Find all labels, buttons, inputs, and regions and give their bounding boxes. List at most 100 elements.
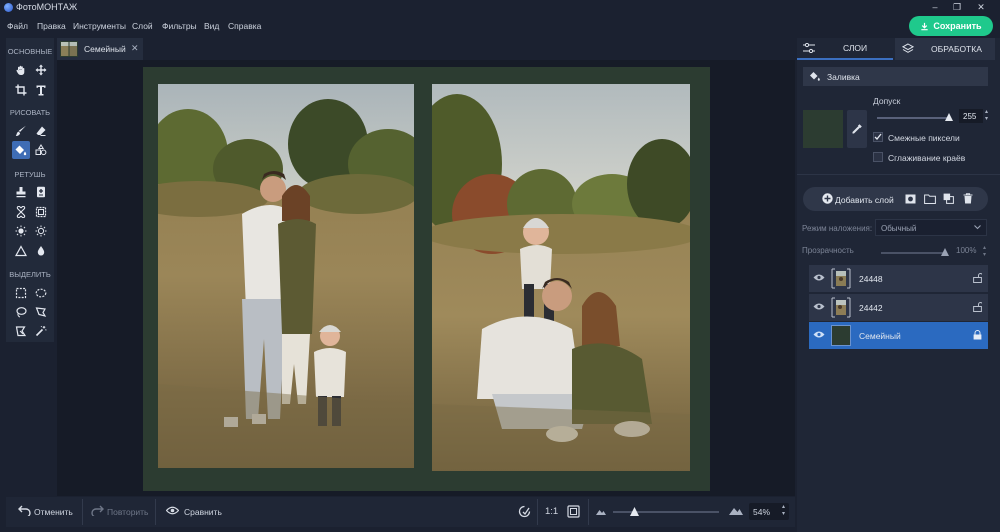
move-icon[interactable] [32,61,50,79]
menu-layer[interactable]: Слой [132,21,153,31]
magic-wand-icon[interactable] [32,322,50,340]
patch-icon[interactable] [32,183,50,201]
zoom-out-icon[interactable] [596,508,606,515]
tolerance-slider-handle[interactable] [945,113,953,121]
hand-icon[interactable] [12,61,30,79]
zoom-slider-handle[interactable] [629,507,639,516]
opacity-slider-handle[interactable] [941,248,949,256]
frame-icon[interactable] [32,203,50,221]
menu-view[interactable]: Вид [204,21,219,31]
lasso-icon[interactable] [12,303,30,321]
photo-left[interactable] [158,84,414,468]
trash-icon[interactable] [963,193,973,204]
ellipse-select-icon[interactable] [32,284,50,302]
fill-color-swatch[interactable] [803,110,843,148]
opacity-value: 100% [956,246,977,255]
rect-select-icon[interactable] [12,284,30,302]
hand-pan-icon[interactable] [518,505,531,518]
stamp-icon[interactable] [12,183,30,201]
zoom-stepper-icon[interactable]: ▴ ▾ [782,504,785,518]
eraser-icon[interactable] [32,122,50,140]
redo-icon[interactable] [91,505,104,516]
triangle-icon[interactable] [12,242,30,260]
layer-thumbnail [831,268,851,289]
folder-icon[interactable] [924,194,936,204]
photo-right[interactable] [432,84,690,471]
checkmark-icon [874,133,882,140]
tolerance-stepper-icon[interactable]: ▴ ▾ [985,109,988,123]
fill-icon[interactable] [12,141,30,159]
tab-processing[interactable]: ОБРАБОТКА [895,38,995,60]
brightness-icon[interactable] [32,222,50,240]
brush-icon[interactable] [12,122,30,140]
divider [537,499,538,525]
add-layer-button[interactable]: Добавить слой [835,195,894,205]
contiguous-checkbox[interactable] [873,132,883,142]
lock-icon[interactable] [973,330,982,340]
compare-button[interactable]: Сравнить [184,507,222,517]
redo-button[interactable]: Повторить [107,507,149,517]
collage-canvas[interactable] [143,67,710,491]
divider [155,499,156,525]
menu-file[interactable]: Файл [7,21,28,31]
layer-row[interactable]: 24442 [809,294,988,321]
layer-name: Семейный [859,331,901,341]
menu-edit[interactable]: Правка [37,21,66,31]
drop-icon[interactable] [32,242,50,260]
close-tab-icon[interactable]: ✕ [131,43,139,54]
ratio-1-1-button[interactable]: 1:1 [545,506,558,517]
tab-layers[interactable]: СЛОИ [797,38,893,60]
eyedropper-icon [852,124,862,134]
save-button[interactable]: Сохранить [909,16,993,36]
section-draw: РИСОВАТЬ [9,108,51,117]
eye-icon[interactable] [813,302,825,311]
mask-icon[interactable] [905,194,916,204]
close-window-button[interactable]: ✕ [974,1,988,14]
antialias-checkbox[interactable] [873,152,883,162]
fill-header: Заливка [803,67,988,86]
layer-row-selected[interactable]: Семейный [809,322,988,349]
divider [82,499,83,525]
maximize-button[interactable]: ❐ [950,1,964,14]
eye-icon[interactable] [813,330,825,339]
minimize-button[interactable]: – [928,1,942,14]
layer-thumbnail [831,297,851,318]
poly-lasso-icon[interactable] [32,303,50,321]
add-layer-icon[interactable] [822,193,833,204]
tolerance-slider-track[interactable] [877,117,949,119]
section-retouch: РЕТУШЬ [14,170,46,179]
zoom-in-icon[interactable] [729,506,743,515]
sun-icon[interactable] [12,222,30,240]
tolerance-value: 255 [963,112,977,121]
eyedropper-button[interactable] [847,110,867,148]
eye-compare-icon[interactable] [166,506,179,515]
menu-bar: Файл Правка Инструменты Слой Фильтры Вид… [0,16,1000,36]
unlock-icon[interactable] [973,302,982,312]
magnetic-lasso-icon[interactable] [12,322,30,340]
fit-screen-icon[interactable] [567,505,580,518]
document-tab-label: Семейный [84,44,126,54]
eye-icon[interactable] [813,273,825,282]
menu-filters[interactable]: Фильтры [162,21,197,31]
blend-mode-label: Режим наложения: [802,224,873,233]
section-basic: ОСНОВНЫЕ [7,47,53,56]
tab-layers-label: СЛОИ [843,43,868,53]
menu-help[interactable]: Справка [228,21,261,31]
crop-icon[interactable] [12,81,30,99]
clone-icon[interactable] [32,141,50,159]
unlock-icon[interactable] [973,273,982,283]
heal-icon[interactable] [12,203,30,221]
opacity-stepper-icon[interactable]: ▴ ▾ [983,245,986,259]
duplicate-icon[interactable] [943,193,954,204]
fill-header-label: Заливка [827,72,860,82]
document-tab[interactable]: Семейный ✕ [57,38,143,60]
sliders-icon [803,43,815,53]
opacity-slider-track[interactable] [881,252,945,254]
menu-tools[interactable]: Инструменты [73,21,126,31]
undo-icon[interactable] [18,505,31,516]
layer-row[interactable]: 24448 [809,265,988,292]
undo-button[interactable]: Отменить [34,507,73,517]
blend-mode-select[interactable]: Обычный [875,219,987,236]
contiguous-label: Смежные пиксели [888,133,960,143]
text-icon[interactable] [32,81,50,99]
